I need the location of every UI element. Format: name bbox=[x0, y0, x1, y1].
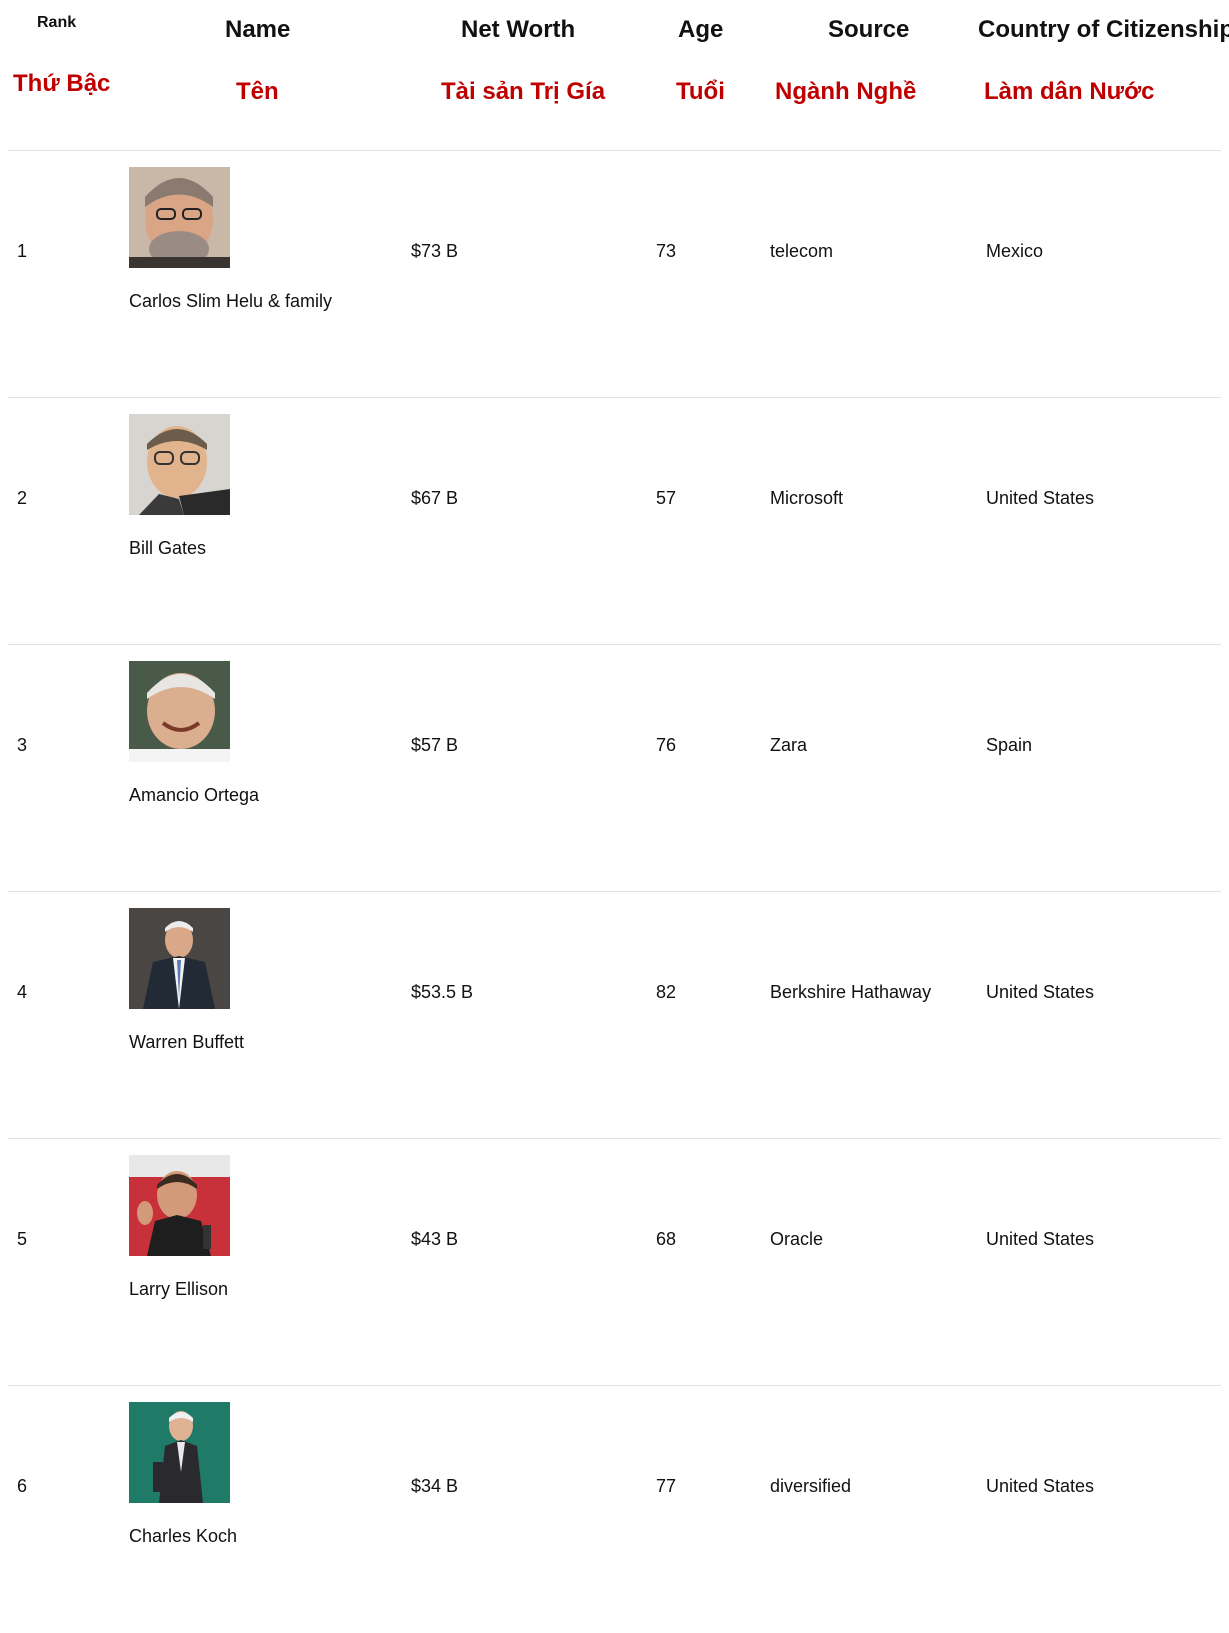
age-cell: 77 bbox=[656, 1476, 677, 1496]
table-row: 5 Larry Ellison $43 B 68 Oracle United S… bbox=[0, 1139, 1229, 1386]
header-age: Age bbox=[678, 16, 724, 43]
name-cell: Warren Buffett bbox=[129, 1032, 245, 1052]
person-photo-icon bbox=[129, 414, 230, 515]
country-cell: United States bbox=[986, 982, 1095, 1002]
name-cell: Carlos Slim Helu & family bbox=[129, 291, 333, 311]
rank-cell: 6 bbox=[17, 1476, 28, 1496]
person-photo-icon bbox=[129, 1402, 230, 1503]
rank-cell: 1 bbox=[17, 241, 28, 261]
rank-cell: 2 bbox=[17, 488, 28, 508]
table-row: 2 Bill Gates $67 B 57 Microsoft United S… bbox=[0, 398, 1229, 645]
header-rank-vi: Thứ Bậc bbox=[13, 70, 111, 97]
age-cell: 82 bbox=[656, 982, 677, 1002]
header-rank: Rank bbox=[37, 14, 77, 31]
net-worth-cell: $73 B bbox=[411, 241, 459, 261]
net-worth-cell: $67 B bbox=[411, 488, 459, 508]
person-photo-icon bbox=[129, 1155, 230, 1256]
age-cell: 68 bbox=[656, 1229, 677, 1249]
name-cell: Bill Gates bbox=[129, 538, 207, 558]
age-cell: 57 bbox=[656, 488, 677, 508]
person-photo-icon bbox=[129, 661, 230, 762]
age-cell: 76 bbox=[656, 735, 677, 755]
net-worth-cell: $53.5 B bbox=[411, 982, 474, 1002]
source-cell: Berkshire Hathaway bbox=[770, 982, 932, 1002]
country-cell: Mexico bbox=[986, 241, 1044, 261]
header-name-vi: Tên bbox=[236, 78, 279, 105]
name-cell: Charles Koch bbox=[129, 1526, 238, 1546]
country-cell: United States bbox=[986, 1229, 1095, 1249]
age-cell: 73 bbox=[656, 241, 677, 261]
header-country: Country of Citizenship bbox=[978, 16, 1229, 43]
header-source-vi: Ngành Nghề bbox=[775, 78, 917, 105]
source-cell: Zara bbox=[770, 735, 808, 755]
person-photo-icon bbox=[129, 167, 230, 268]
header-net-worth: Net Worth bbox=[461, 16, 576, 43]
country-cell: United States bbox=[986, 1476, 1095, 1496]
name-cell: Larry Ellison bbox=[129, 1279, 229, 1299]
rank-cell: 4 bbox=[17, 982, 28, 1002]
net-worth-cell: $34 B bbox=[411, 1476, 459, 1496]
header-name: Name bbox=[225, 16, 291, 43]
header-age-vi: Tuổi bbox=[676, 78, 725, 105]
table-row: 4 Warren Buffett $53.5 B 82 Berkshire Ha… bbox=[0, 892, 1229, 1139]
rank-cell: 5 bbox=[17, 1229, 28, 1249]
source-cell: telecom bbox=[770, 241, 834, 261]
table-row: 3 Amancio Ortega $57 B 76 Zara Spain bbox=[0, 645, 1229, 892]
header-net-worth-vi: Tài sản Trị Gía bbox=[441, 78, 606, 105]
name-cell: Amancio Ortega bbox=[129, 785, 260, 805]
header-country-vi: Làm dân Nước bbox=[984, 78, 1155, 105]
person-photo-icon bbox=[129, 908, 230, 1009]
source-cell: Microsoft bbox=[770, 488, 844, 508]
country-cell: United States bbox=[986, 488, 1095, 508]
country-cell: Spain bbox=[986, 735, 1033, 755]
net-worth-cell: $43 B bbox=[411, 1229, 459, 1249]
header-source: Source bbox=[828, 16, 910, 43]
table-row: 6 Charles Koch $34 B 77 diversified Unit… bbox=[0, 1386, 1229, 1633]
table-row: 1 Carlos Slim Helu & family $73 B 73 tel… bbox=[0, 151, 1229, 398]
rank-cell: 3 bbox=[17, 735, 28, 755]
net-worth-cell: $57 B bbox=[411, 735, 459, 755]
source-cell: Oracle bbox=[770, 1229, 824, 1249]
source-cell: diversified bbox=[770, 1476, 852, 1496]
